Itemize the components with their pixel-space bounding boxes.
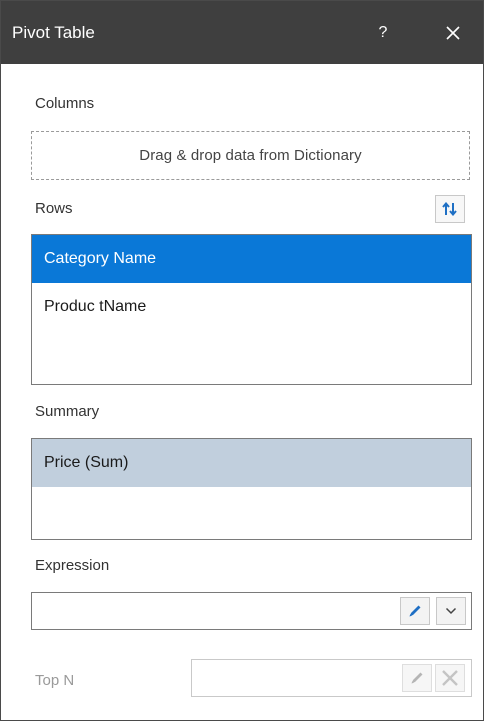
chevron-down-icon: [445, 607, 457, 615]
rows-list-item-category-name[interactable]: Category Name: [32, 235, 471, 283]
rows-list[interactable]: Category Name Produc tName: [31, 234, 472, 385]
expression-edit-button[interactable]: [400, 597, 430, 625]
swap-arrows-icon: [442, 202, 457, 216]
top-n-edit-button[interactable]: [402, 664, 432, 692]
top-n-clear-button[interactable]: [435, 664, 465, 692]
pencil-icon: [409, 605, 421, 617]
top-n-field[interactable]: [191, 659, 472, 697]
summary-list[interactable]: Price (Sum): [31, 438, 472, 540]
rows-label: Rows: [35, 200, 73, 217]
dialog-title: Pivot Table: [12, 23, 95, 42]
rows-list-item-product-name[interactable]: Produc tName: [32, 283, 471, 331]
close-icon: [446, 26, 460, 40]
help-button[interactable]: ?: [361, 17, 405, 49]
swap-rows-columns-button[interactable]: [435, 195, 465, 223]
dropzone-hint: Drag & drop data from Dictionary: [139, 147, 362, 164]
close-button[interactable]: [431, 17, 475, 49]
top-n-label: Top N: [35, 672, 75, 689]
columns-label: Columns: [35, 95, 95, 112]
expression-label: Expression: [35, 557, 110, 574]
summary-label: Summary: [35, 403, 100, 420]
pivot-table-dialog: Pivot Table ? Columns Drag & drop data f…: [0, 0, 484, 721]
title-bar[interactable]: Pivot Table ?: [1, 1, 483, 64]
expression-dropdown-button[interactable]: [436, 597, 466, 625]
clear-x-icon: [442, 670, 458, 686]
summary-list-item-price-sum[interactable]: Price (Sum): [32, 439, 471, 487]
expression-field[interactable]: [31, 592, 472, 630]
columns-dropzone[interactable]: Drag & drop data from Dictionary: [31, 131, 470, 180]
pencil-icon: [411, 672, 423, 684]
